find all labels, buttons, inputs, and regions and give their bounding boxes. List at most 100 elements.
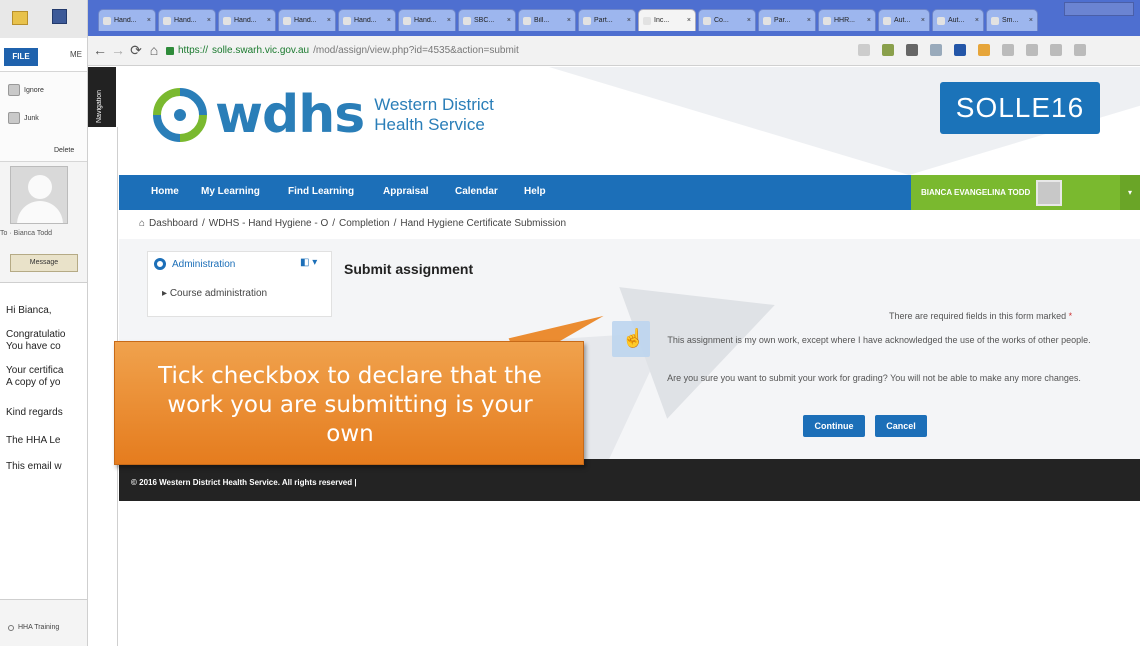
browser-tab[interactable]: Sm... × — [986, 9, 1038, 31]
close-icon[interactable]: × — [921, 17, 925, 24]
close-icon[interactable]: × — [807, 17, 811, 24]
tab-favicon-icon — [643, 16, 651, 25]
close-icon[interactable]: × — [507, 17, 511, 24]
extension-icon[interactable] — [954, 44, 966, 56]
chevron-down-icon[interactable]: ▾ — [1120, 175, 1140, 210]
browser-tab[interactable]: Part... × — [578, 9, 636, 31]
address-bar[interactable]: https://solle.swarh.vic.gov.au/mod/assig… — [166, 41, 636, 61]
tab-favicon-icon — [937, 16, 945, 25]
delete-label[interactable]: Delete — [54, 147, 74, 154]
folder-icon — [8, 624, 14, 631]
close-icon[interactable]: × — [147, 17, 151, 24]
home-icon[interactable]: ⌂ — [146, 42, 162, 58]
browser-tab[interactable]: Hand... × — [98, 9, 156, 31]
nav-my-learning[interactable]: My Learning — [201, 186, 260, 197]
tab-label: Aut... — [894, 17, 911, 24]
close-icon[interactable]: × — [387, 17, 391, 24]
message-button[interactable]: Message — [10, 254, 78, 272]
solle-badge: SOLLE16 — [940, 82, 1100, 134]
browser-tab[interactable]: Aut... × — [932, 9, 984, 31]
window-controls[interactable] — [1064, 2, 1134, 16]
star-icon[interactable] — [858, 44, 870, 56]
nav-help[interactable]: Help — [524, 186, 546, 197]
close-icon[interactable]: × — [207, 17, 211, 24]
envelope-icon — [12, 11, 28, 25]
file-tab[interactable]: FILE — [4, 48, 38, 66]
browser-tab[interactable]: Hand... × — [158, 9, 216, 31]
browser-tab[interactable]: Par... × — [758, 9, 816, 31]
nav-appraisal[interactable]: Appraisal — [383, 186, 429, 197]
browser-tab[interactable]: Bill... × — [518, 9, 576, 31]
block-actions-icon[interactable]: ◧ ▾ — [300, 257, 317, 268]
outlook-reading-pane: FILE ME Ignore Junk Delete To · Bianca T… — [0, 0, 88, 646]
close-icon[interactable]: × — [1029, 17, 1033, 24]
continue-button[interactable]: Continue — [803, 415, 865, 437]
dashboard-home-icon[interactable]: ⌂ — [139, 218, 145, 229]
breadcrumb-course[interactable]: WDHS - Hand Hygiene - O — [209, 218, 328, 229]
email-line: Congratulatio — [6, 329, 66, 340]
junk-icon — [8, 112, 20, 124]
extension-icon[interactable] — [906, 44, 918, 56]
extension-icon[interactable] — [930, 44, 942, 56]
browser-tab[interactable]: HHR... × — [818, 9, 876, 31]
message-tab[interactable]: ME — [70, 50, 82, 59]
course-administration-link[interactable]: ▸ Course administration — [162, 288, 267, 299]
nav-calendar[interactable]: Calendar — [455, 186, 498, 197]
breadcrumb-completion[interactable]: Completion — [339, 218, 390, 229]
junk-button[interactable]: Junk — [8, 112, 39, 124]
close-icon[interactable]: × — [567, 17, 571, 24]
nav-find-learning[interactable]: Find Learning — [288, 186, 354, 197]
email-line: Your certifica — [6, 365, 64, 376]
close-icon[interactable]: × — [267, 17, 271, 24]
browser-tab[interactable]: Co... × — [698, 9, 756, 31]
user-menu[interactable]: BIANCA EVANGELINA TODD — [911, 175, 1120, 210]
close-icon[interactable]: × — [447, 17, 451, 24]
breadcrumb-dashboard[interactable]: Dashboard — [149, 218, 198, 229]
logo-subtitle: Western District Health Service — [374, 95, 494, 135]
close-icon[interactable]: × — [687, 17, 691, 24]
close-icon[interactable]: × — [867, 17, 871, 24]
tab-label: Hand... — [354, 17, 377, 24]
breadcrumb-separator: / — [393, 218, 397, 229]
extension-icon[interactable] — [1026, 44, 1038, 56]
tab-label: Part... — [594, 17, 613, 24]
chevron-right-icon: ▸ — [162, 288, 168, 299]
close-icon[interactable]: × — [747, 17, 751, 24]
browser-tab[interactable]: Aut... × — [878, 9, 930, 31]
close-icon[interactable]: × — [627, 17, 631, 24]
tab-favicon-icon — [763, 16, 771, 25]
cancel-button[interactable]: Cancel — [875, 415, 927, 437]
active-browser-tab[interactable]: Inc... × — [638, 9, 696, 31]
tab-label: Hand... — [234, 17, 257, 24]
nav-home[interactable]: Home — [151, 186, 179, 197]
extension-icon[interactable] — [882, 44, 894, 56]
menu-icon[interactable] — [1074, 44, 1086, 56]
back-icon[interactable]: ← — [92, 42, 108, 58]
ignore-label: Ignore — [24, 86, 44, 94]
navigation-drawer-toggle[interactable]: Navigation — [88, 67, 116, 127]
folder-label: HHA Training — [18, 624, 60, 631]
extension-icon[interactable] — [1050, 44, 1062, 56]
email-line: A copy of yo — [6, 377, 61, 388]
folder-status[interactable]: HHA Training — [8, 624, 59, 631]
forward-icon[interactable]: → — [110, 42, 126, 58]
browser-tab[interactable]: Hand... × — [398, 9, 456, 31]
breadcrumb-current[interactable]: Hand Hygiene Certificate Submission — [400, 218, 566, 229]
email-body: Hi Bianca, Congratulatio You have co You… — [0, 282, 87, 600]
reload-icon[interactable]: ⟳ — [128, 42, 144, 58]
wdhs-logo[interactable]: wdhs Western District Health Service — [153, 85, 494, 145]
ignore-button[interactable]: Ignore — [8, 84, 44, 96]
extension-icon[interactable] — [978, 44, 990, 56]
extension-icon[interactable] — [1002, 44, 1014, 56]
save-icon[interactable] — [52, 9, 67, 24]
tab-favicon-icon — [703, 16, 711, 25]
browser-tab[interactable]: SBC... × — [458, 9, 516, 31]
close-icon[interactable]: × — [327, 17, 331, 24]
browser-tab[interactable]: Hand... × — [338, 9, 396, 31]
logo-line-2: Health Service — [374, 115, 485, 134]
browser-tab[interactable]: Hand... × — [278, 9, 336, 31]
browser-tab[interactable]: Hand... × — [218, 9, 276, 31]
logo-wordmark: wdhs — [215, 85, 365, 145]
close-icon[interactable]: × — [975, 17, 979, 24]
logo-line-1: Western District — [374, 95, 494, 114]
